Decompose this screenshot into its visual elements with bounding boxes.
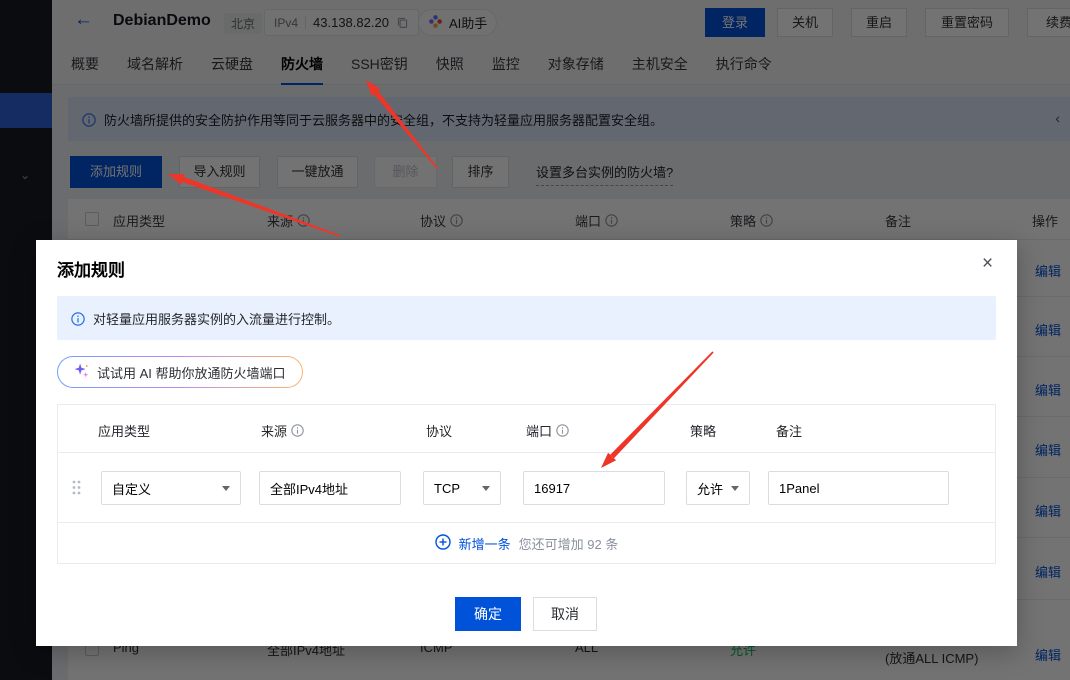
- col-policy: 策略: [690, 421, 716, 440]
- screen: ⌄ ← DebianDemo 北京 IPv4 43.138.82.20 AI助手…: [0, 0, 1070, 680]
- rule-edit-row: 自定义 TCP 允许: [58, 453, 995, 523]
- chevron-down-icon: [482, 486, 490, 491]
- close-icon[interactable]: ×: [982, 254, 993, 273]
- plus-circle-icon[interactable]: [435, 534, 451, 553]
- modal-rule-table: 应用类型 来源 协议 端口 策略 备注 自定义 TCP: [57, 404, 996, 564]
- col-app-type: 应用类型: [98, 421, 150, 440]
- ai-button-label: 试试用 AI 帮助你放通防火墙端口: [97, 363, 286, 382]
- modal-notice-banner: 对轻量应用服务器实例的入流量进行控制。: [57, 296, 996, 340]
- col-protocol: 协议: [426, 421, 452, 440]
- add-remaining-hint: 您还可增加 92 条: [519, 534, 619, 553]
- modal-title: 添加规则: [57, 256, 125, 281]
- col-remark: 备注: [776, 421, 802, 440]
- info-icon: [71, 312, 84, 325]
- confirm-button[interactable]: 确定: [455, 597, 521, 631]
- modal-table-header: 应用类型 来源 协议 端口 策略 备注: [58, 405, 995, 453]
- add-one-more-link[interactable]: 新增一条: [459, 534, 511, 553]
- policy-select[interactable]: 允许: [686, 471, 750, 505]
- add-rule-modal: 添加规则 × 对轻量应用服务器实例的入流量进行控制。 试试用 AI 帮助你放通防…: [36, 240, 1017, 646]
- chevron-down-icon: [731, 486, 739, 491]
- drag-handle-icon[interactable]: [72, 480, 81, 498]
- col-source: 来源: [261, 421, 304, 440]
- source-input[interactable]: [259, 471, 401, 505]
- info-icon[interactable]: [291, 424, 304, 437]
- chevron-down-icon: [222, 486, 230, 491]
- protocol-select[interactable]: TCP: [423, 471, 501, 505]
- add-row: 新增一条 您还可增加 92 条: [58, 523, 995, 564]
- modal-notice-text: 对轻量应用服务器实例的入流量进行控制。: [93, 309, 340, 328]
- remark-input[interactable]: [768, 471, 949, 505]
- col-port: 端口: [526, 421, 569, 440]
- ai-firewall-helper-button[interactable]: 试试用 AI 帮助你放通防火墙端口: [57, 356, 303, 388]
- port-input[interactable]: [523, 471, 665, 505]
- app-type-select[interactable]: 自定义: [101, 471, 241, 505]
- sparkle-icon: [74, 363, 89, 381]
- info-icon[interactable]: [556, 424, 569, 437]
- cancel-button[interactable]: 取消: [533, 597, 597, 631]
